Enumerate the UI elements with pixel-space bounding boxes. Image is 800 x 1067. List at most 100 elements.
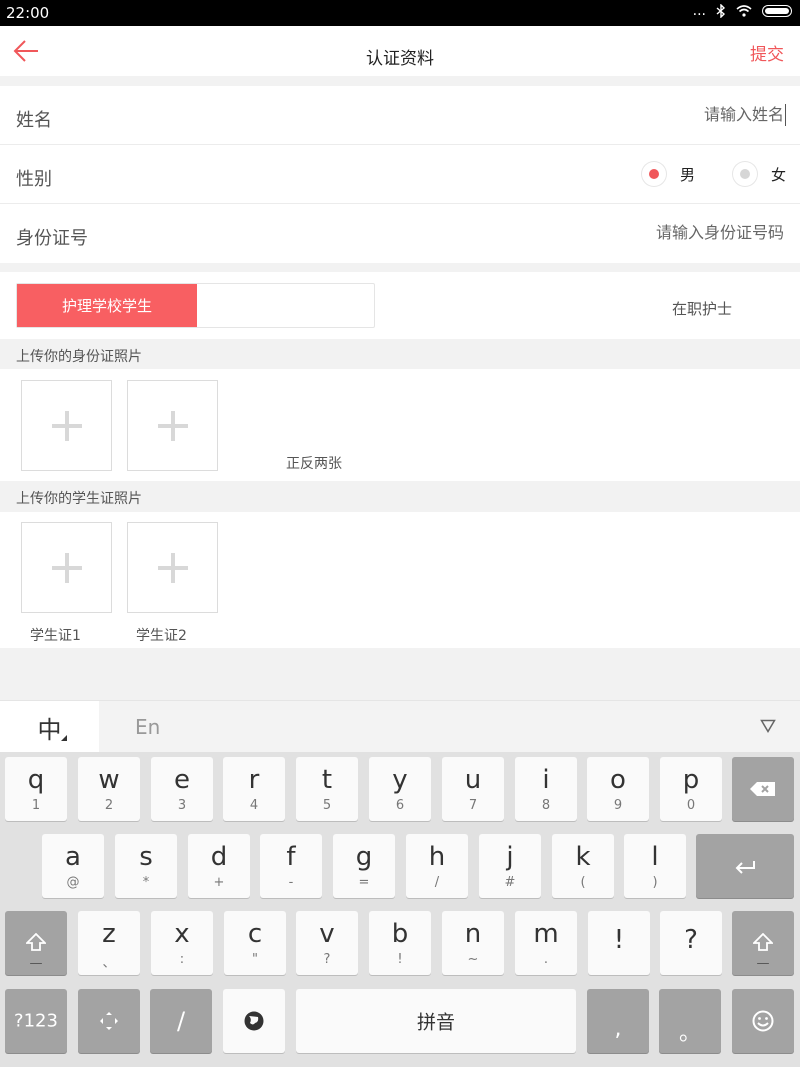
key-label: ? [684,925,698,955]
key-sub-label: " [252,952,258,967]
key-sub-label: * [142,875,150,890]
key-label: w [98,765,120,795]
symbols-key[interactable]: ?123 [5,989,67,1053]
slash-key[interactable]: / [150,989,212,1053]
key-n[interactable]: n ~ [442,911,504,975]
gender-male-label: 男 [679,165,695,184]
emoji-key[interactable] [732,989,794,1053]
radio-checked-icon [641,162,666,186]
key-sub-label: ( [580,875,586,890]
key-label: v [319,919,335,949]
key-l[interactable]: l) [624,834,686,898]
student-photo-caption-2: 学生证2 [136,628,187,644]
app-header: 认证资料 提交 [0,26,800,76]
id-photo-upload-1[interactable] [21,380,112,471]
shift-key-left[interactable]: — [5,911,67,975]
bluetooth-icon [716,4,726,18]
shift-key-right[interactable]: — [732,911,794,975]
name-input[interactable] [484,105,784,124]
plus-icon [52,553,82,583]
key-sub-label: ? [323,952,331,967]
key-j[interactable]: j # [479,834,541,898]
keyboard-chinese-tab[interactable]: 中 [0,701,99,753]
more-dots-icon: ... [692,3,706,19]
status-bar: 22:00 ... [0,0,800,26]
key-a[interactable]: a @ [42,834,104,898]
key-v[interactable]: v? [296,911,358,975]
globe-icon [244,1011,264,1031]
key-b[interactable]: b! [369,911,431,975]
key-sub-label: @ [66,875,80,890]
segment-nurse-tab[interactable]: 在职护士 [672,298,732,319]
key-c[interactable]: c " [224,911,286,975]
name-row: 姓名 [0,86,800,145]
key-sub-label: 、 [102,956,116,971]
id-number-row: 身份证号 [0,204,800,263]
page-title: 认证资料 [366,49,434,69]
key-f[interactable]: f- [260,834,322,898]
key-d[interactable]: d + [188,834,250,898]
gender-male-radio[interactable]: 男 [641,162,695,186]
collapse-keyboard-icon[interactable] [760,719,776,733]
id-photo-band: 正反两张 [0,369,800,481]
id-number-input[interactable] [484,223,784,242]
key-sub-label: # [504,875,516,890]
enter-key[interactable] [696,834,794,898]
key-label: o [610,765,626,795]
key-y[interactable]: y6 [369,757,431,821]
submit-button[interactable]: 提交 [750,40,784,65]
key-sub-label: - [288,875,294,890]
radio-unchecked-icon [732,162,757,186]
key-exclamation[interactable]: ! [588,911,650,975]
key-k[interactable]: k( [552,834,614,898]
key-sub-label: 0 [686,798,696,813]
key-i[interactable]: i8 [515,757,577,821]
id-photo-upload-2[interactable] [127,380,218,471]
key-sub-label: 9 [613,798,623,813]
student-photo-upload-1[interactable] [21,522,112,613]
key-p[interactable]: p0 [660,757,722,821]
plus-icon [158,411,188,441]
key-label: b [391,919,409,949]
student-photo-upload-2[interactable] [127,522,218,613]
key-g[interactable]: g = [333,834,395,898]
key-label: z [102,919,116,949]
key-t[interactable]: t5 [296,757,358,821]
profile-form: 姓名 性别 男 女 身份证号 [0,86,800,263]
key-m[interactable]: m. [515,911,577,975]
space-key[interactable]: 拼音 [296,989,576,1053]
key-x[interactable]: x: [151,911,213,975]
segment-student-tab[interactable]: 护理学校学生 [17,284,197,327]
gender-female-radio[interactable]: 女 [732,162,786,186]
key-r[interactable]: r4 [223,757,285,821]
period-key[interactable]: 。 [659,989,721,1053]
key-label: t [321,765,333,795]
backspace-key[interactable] [732,757,794,821]
key-s[interactable]: s * [115,834,177,898]
globe-key[interactable] [223,989,285,1053]
keyboard-english-tab[interactable]: En [135,715,160,739]
key-q[interactable]: q1 [5,757,67,821]
student-photo-caption-1: 学生证1 [30,628,81,644]
key-sub-label: ~ [467,952,479,967]
key-h[interactable]: h / [406,834,468,898]
key-label: h [428,842,446,872]
key-label: n [464,919,482,949]
key-w[interactable]: w2 [78,757,140,821]
key-question[interactable]: ? [660,911,722,975]
key-sub-label: 7 [468,798,478,813]
key-e[interactable]: e3 [151,757,213,821]
key-label: r [248,765,260,795]
comma-key[interactable]: , [587,989,649,1053]
key-label: p [682,765,700,795]
keyboard-toolbar: 中 En [0,700,800,753]
gender-label: 性别 [16,169,52,190]
id-photo-section-title: 上传你的身份证照片 [16,349,142,365]
cursor-move-key[interactable] [78,989,140,1053]
key-z[interactable]: z、 [78,911,140,975]
student-photo-band: 学生证1 学生证2 [0,512,800,648]
key-o[interactable]: o9 [587,757,649,821]
status-time: 22:00 [6,4,50,22]
key-label: ! [613,925,625,955]
key-u[interactable]: u7 [442,757,504,821]
